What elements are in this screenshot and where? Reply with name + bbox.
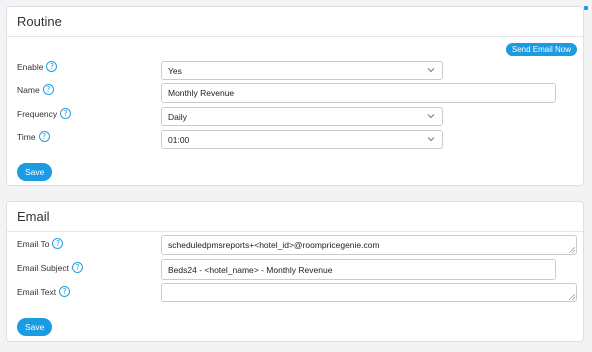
email-to-textarea[interactable]: scheduledpmsreports+<hotel_id>@roomprice…: [161, 235, 577, 255]
email-text-label-row: Email Text ?: [17, 286, 71, 297]
email-to-label-row: Email To ?: [17, 238, 64, 249]
routine-panel-title: Routine: [7, 7, 583, 37]
frequency-select[interactable]: Daily: [161, 107, 443, 126]
time-select-value: 01:00: [168, 134, 190, 145]
chevron-down-icon: [427, 68, 435, 73]
email-to-label: Email To: [17, 238, 50, 249]
email-to-value: scheduledpmsreports+<hotel_id>@roomprice…: [168, 240, 380, 250]
enable-select-value: Yes: [168, 65, 182, 76]
email-subject-input[interactable]: Beds24 - <hotel_name> - Monthly Revenue: [161, 259, 556, 280]
resize-grip-icon[interactable]: [569, 247, 575, 253]
chevron-down-icon: [427, 137, 435, 142]
name-input[interactable]: Monthly Revenue: [161, 83, 556, 103]
frequency-label-row: Frequency ?: [17, 108, 72, 119]
time-label: Time: [17, 131, 36, 142]
enable-label: Enable: [17, 61, 44, 72]
question-circle-icon[interactable]: ?: [38, 131, 50, 142]
scroll-indicator: [584, 6, 588, 10]
email-subject-value: Beds24 - <hotel_name> - Monthly Revenue: [168, 264, 333, 275]
email-text-textarea[interactable]: [161, 283, 577, 302]
time-label-row: Time ?: [17, 131, 50, 142]
enable-select[interactable]: Yes: [161, 61, 443, 80]
chevron-down-icon: [427, 114, 435, 119]
frequency-label: Frequency: [17, 108, 58, 119]
name-label-row: Name ?: [17, 84, 54, 95]
question-circle-icon[interactable]: ?: [52, 238, 64, 249]
routine-save-button[interactable]: Save: [17, 163, 53, 181]
name-input-value: Monthly Revenue: [168, 88, 235, 98]
routine-panel: Routine Send Email Now Enable ? Yes Name…: [6, 6, 584, 186]
email-subject-label: Email Subject: [17, 262, 69, 273]
question-circle-icon[interactable]: ?: [46, 61, 58, 72]
email-panel-title: Email: [7, 202, 583, 232]
resize-grip-icon[interactable]: [569, 294, 575, 300]
name-label: Name: [17, 84, 40, 95]
question-circle-icon[interactable]: ?: [71, 262, 83, 273]
question-circle-icon[interactable]: ?: [42, 84, 54, 95]
email-save-button[interactable]: Save: [17, 318, 53, 336]
send-email-now-button[interactable]: Send Email Now: [505, 43, 577, 56]
question-circle-icon[interactable]: ?: [60, 108, 72, 119]
question-circle-icon[interactable]: ?: [59, 286, 71, 297]
email-subject-label-row: Email Subject ?: [17, 262, 83, 273]
time-select[interactable]: 01:00: [161, 130, 443, 149]
frequency-select-value: Daily: [168, 111, 187, 122]
enable-label-row: Enable ?: [17, 61, 58, 72]
email-panel: Email Email To ? scheduledpmsreports+<ho…: [6, 201, 584, 342]
email-text-label: Email Text: [17, 286, 57, 297]
